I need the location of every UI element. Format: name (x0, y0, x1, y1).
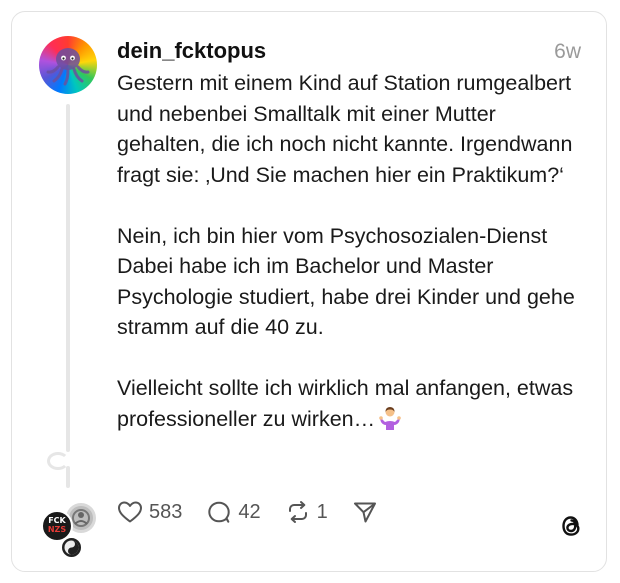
post-timestamp[interactable]: 6w (554, 40, 581, 64)
post-paragraph-last: Vielleicht sollte ich wirklich mal anfan… (117, 373, 587, 434)
share-button[interactable] (352, 500, 384, 524)
thread-connector-tail (66, 466, 70, 488)
reply-button[interactable]: 42 (206, 500, 261, 524)
reply-avatar-1[interactable]: FCK NZS (41, 510, 73, 542)
thread-connector-line (66, 104, 70, 452)
yin-yang-icon (64, 540, 79, 555)
like-button[interactable]: 583 (117, 500, 182, 524)
threads-logo-icon[interactable] (558, 512, 584, 545)
reply-avatar-1-bottom: NZS (47, 525, 67, 534)
comment-bubble-icon (208, 501, 231, 523)
reply-avatar-1-label: FCK NZS (43, 516, 71, 534)
post-paragraph-text: Vielleicht sollte ich wirklich mal anfan… (117, 376, 574, 431)
post-body: Gestern mit einem Kind auf Station rumge… (117, 68, 587, 434)
repost-arrows-icon (288, 501, 307, 523)
author-username[interactable]: dein_fcktopus (117, 38, 266, 64)
post-actions: 583 42 1 (117, 498, 408, 526)
person-shrugging-emoji-icon (379, 406, 401, 430)
author-avatar[interactable] (39, 36, 97, 94)
octopus-icon (46, 48, 90, 86)
repost-count: 1 (316, 500, 328, 523)
repost-button[interactable]: 1 (285, 500, 328, 524)
reply-count: 42 (238, 500, 261, 523)
post-paragraph: Nein, ich bin hier vom Psychosozialen-Di… (117, 223, 575, 340)
heart-icon (118, 501, 142, 523)
like-count: 583 (149, 500, 183, 523)
post-paragraph: Gestern mit einem Kind auf Station rumge… (117, 71, 573, 187)
send-icon (353, 502, 376, 523)
reply-avatar-1-top: FCK (48, 516, 66, 525)
